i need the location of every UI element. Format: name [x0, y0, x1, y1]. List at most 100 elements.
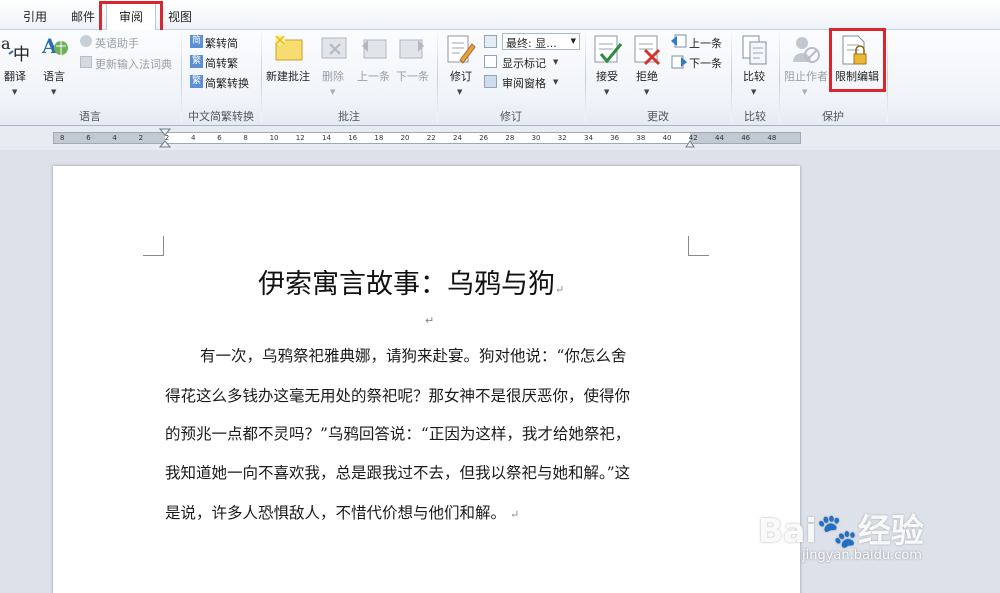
- body-line-last[interactable]: 是说，许多人恐惧敌人，不惜代价想与他们和解。 ↵: [165, 501, 519, 523]
- reject-icon: [634, 35, 661, 66]
- ruler-tick-label: 48: [767, 134, 777, 142]
- english-assistant-label: 英语助手: [95, 37, 139, 50]
- ruler-tick-label: 26: [479, 134, 489, 142]
- svg-text:中: 中: [13, 45, 30, 65]
- group-label-protect: 保护: [822, 110, 844, 123]
- previous-change-label: 上一条: [689, 37, 722, 50]
- compare-icon: [742, 35, 767, 65]
- english-assistant-icon: [80, 35, 92, 47]
- reviewing-pane-label: 审阅窗格: [502, 77, 546, 90]
- ruler-tick-label: 2: [138, 134, 144, 142]
- block-authors-label: 阻止作者: [784, 70, 828, 83]
- ruler-tick-label: 4: [191, 134, 196, 142]
- ruler-tick-label: 6: [86, 134, 91, 142]
- group-label-comments: 批注: [338, 110, 360, 123]
- track-changes-icon: [447, 35, 476, 64]
- convert-label: 简繁转换: [205, 77, 249, 90]
- paragraph-mark: ↵: [510, 508, 520, 521]
- previous-change-icon: [671, 34, 687, 48]
- document-title-text[interactable]: 伊索寓言故事：乌鸦与狗: [258, 269, 555, 300]
- ruler-tick-label: 20: [400, 134, 410, 142]
- chevron-down-icon: ▼: [604, 88, 610, 96]
- group-divider: [887, 32, 888, 122]
- translate-icon: a 中: [1, 34, 30, 65]
- ruler-tick-label: 16: [348, 134, 358, 142]
- convert-icon: 繁: [190, 75, 203, 88]
- ruler-tick-label: 36: [610, 134, 620, 142]
- body-line[interactable]: 的预兆一点都不灵吗？”乌鸦回答说：“正因为这样，我才给她祭祀，: [165, 422, 630, 444]
- highlight-review-tab: [99, 1, 163, 33]
- display-for-review-value: 最终: 显...: [506, 37, 557, 50]
- paragraph-mark: ↵: [425, 314, 435, 327]
- tab-view[interactable]: 视图: [168, 8, 192, 25]
- to-traditional-icon: 繁: [190, 55, 203, 68]
- watermark-brand: Bai🐾经验: [758, 511, 924, 550]
- body-line[interactable]: 有一次，乌鸦祭祀雅典娜，请狗来赴宴。狗对他说：“你怎么舍: [200, 344, 626, 366]
- horizontal-ruler[interactable]: 8 6 4 2 2 4 6 8 10 12 14 16 18 20 22 24 26 28 30 32 34 36 38 40…: [0, 126, 1000, 150]
- group-label-compare: 比较: [744, 110, 766, 123]
- new-comment-label: 新建批注: [266, 70, 310, 83]
- highlight-restrict-editing: [829, 28, 886, 92]
- chevron-down-icon: ▼: [802, 88, 808, 96]
- ruler-tick-label: 4: [112, 134, 117, 142]
- to-simplified-label: 繁转简: [205, 37, 238, 50]
- right-indent-marker-icon[interactable]: [685, 138, 695, 148]
- baidu-jingyan-watermark: Bai🐾经验 jingyan.baidu.com: [758, 484, 988, 584]
- crop-mark-top-right: [688, 236, 709, 256]
- ruler-tick-label: 34: [584, 134, 593, 142]
- display-icon: [484, 35, 497, 48]
- ruler-tick-label: 46: [741, 134, 751, 142]
- body-line[interactable]: 我知道她一向不喜欢我，总是跟我过不去，但我以祭祀与她和解。”这: [165, 461, 630, 483]
- previous-comment-icon: [362, 39, 387, 59]
- ribbon-tab-bar: 引用 邮件 审阅 视图: [0, 0, 1000, 33]
- ruler-tick-label: 6: [217, 134, 222, 142]
- ruler-tick-label: 12: [295, 134, 305, 142]
- chevron-down-icon: ▼: [553, 58, 559, 66]
- svg-text:a: a: [1, 34, 11, 53]
- ruler-tick-label: 8: [243, 134, 248, 142]
- body-line[interactable]: 得花这么多钱办这毫无用处的祭祀呢？那女神不是很厌恶你，使得你: [165, 384, 630, 406]
- translate-label: 翻译: [4, 70, 26, 83]
- ruler-tick-label: 40: [662, 134, 672, 142]
- ruler-left-margin: [54, 133, 165, 143]
- chevron-down-icon: ▼: [457, 88, 463, 96]
- language-label: 语言: [43, 70, 65, 83]
- update-ime-dict-label: 更新输入法词典: [95, 58, 172, 71]
- chevron-down-icon: ▼: [751, 88, 757, 96]
- ruler-tick-label: 8: [60, 134, 65, 142]
- body-line-text[interactable]: 是说，许多人恐惧敌人，不惜代价想与他们和解。: [165, 504, 506, 522]
- dictionary-icon: [80, 56, 92, 68]
- chevron-down-icon: ▼: [330, 88, 336, 96]
- track-changes-label: 修订: [450, 70, 472, 83]
- next-comment-icon: [399, 39, 424, 59]
- chevron-down-icon: ▼: [51, 88, 57, 96]
- document-title[interactable]: 伊索寓言故事：乌鸦与狗↵: [258, 262, 618, 301]
- paragraph-mark: ↵: [555, 283, 565, 296]
- to-traditional-label: 简转繁: [205, 57, 238, 70]
- display-for-review-select[interactable]: 最终: 显... ▼: [502, 33, 580, 50]
- crop-mark-top-left: [143, 236, 164, 256]
- compare-label: 比较: [743, 70, 765, 83]
- ruler-tick-label: 28: [505, 134, 515, 142]
- ruler-tick-label: 10: [269, 134, 279, 142]
- indent-marker-icon[interactable]: [159, 128, 171, 150]
- show-markup-label: 显示标记: [502, 57, 546, 70]
- ruler-tick-label: 14: [322, 134, 331, 142]
- tab-mailings[interactable]: 邮件: [71, 8, 95, 25]
- delete-comment-label: 删除: [322, 70, 344, 83]
- previous-comment-label: 上一条: [357, 70, 390, 83]
- ruler-tick-label: 24: [453, 134, 462, 142]
- chevron-down-icon: ▼: [644, 88, 650, 96]
- ruler-tick-label: 18: [374, 134, 384, 142]
- document-page[interactable]: 伊索寓言故事：乌鸦与狗↵ ↵ 有一次，乌鸦祭祀雅典娜，请狗来赴宴。狗对他说：“你…: [53, 166, 800, 593]
- next-change-label: 下一条: [689, 57, 722, 70]
- delete-comment-icon: [321, 37, 347, 59]
- to-simplified-icon: 简: [190, 35, 203, 48]
- group-label-changes: 更改: [647, 110, 669, 123]
- reviewing-pane-icon: [484, 75, 497, 88]
- group-label-chinese-conversion: 中文简繁转换: [188, 110, 254, 123]
- tab-references[interactable]: 引用: [23, 8, 47, 25]
- block-authors-icon: [793, 37, 820, 63]
- ruler-tick-label: 38: [636, 134, 646, 142]
- chevron-down-icon: ▼: [12, 88, 18, 96]
